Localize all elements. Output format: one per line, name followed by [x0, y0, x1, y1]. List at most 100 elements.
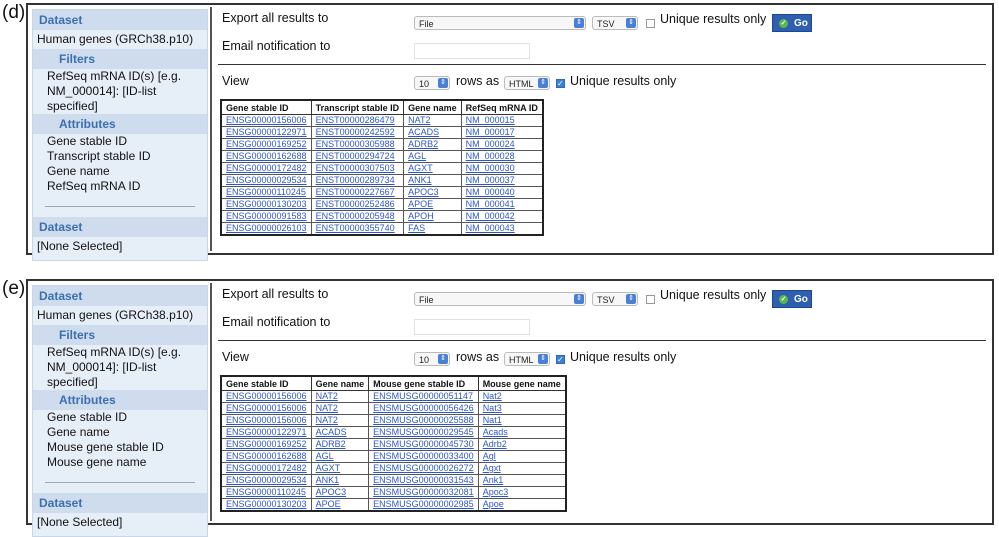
table-cell-link[interactable]: ENSG00000029534 [220, 174, 312, 187]
table-cell-link[interactable]: NM_000043 [460, 222, 544, 236]
table-cell-link[interactable]: AGXT [310, 462, 370, 475]
rows-count-select[interactable]: 10 ⇕ [414, 76, 450, 90]
table-cell-link[interactable]: NM_000024 [460, 138, 544, 151]
sidebar-dataset2-value[interactable]: [None Selected] [33, 513, 207, 536]
export-destination-select[interactable]: File ⇕ [414, 16, 586, 30]
sidebar-dataset2-value[interactable]: [None Selected] [33, 237, 207, 260]
table-cell-link[interactable]: ENSG00000029534 [220, 474, 312, 487]
sidebar-attributes-heading[interactable]: Attributes [33, 114, 207, 134]
table-cell-link[interactable]: ACADS [310, 426, 370, 439]
export-unique-checkbox[interactable] [646, 295, 655, 304]
table-cell-link[interactable]: AGL [403, 150, 462, 163]
table-cell-link[interactable]: ENST00000305988 [310, 138, 405, 151]
sidebar-dataset-value[interactable]: Human genes (GRCh38.p10) [33, 30, 207, 49]
table-cell-link[interactable]: ENSMUSG00000031543 [368, 474, 479, 487]
email-input[interactable] [414, 319, 530, 335]
export-format-select[interactable]: TSV ⇕ [592, 16, 638, 30]
table-cell-link[interactable]: NAT2 [310, 390, 370, 403]
sidebar-filters-heading[interactable]: Filters [33, 325, 207, 345]
table-cell-link[interactable]: ENST00000307503 [310, 162, 405, 175]
export-destination-select[interactable]: File ⇕ [414, 292, 586, 306]
table-cell-link[interactable]: ENSG00000026103 [220, 222, 312, 236]
view-unique-checkbox[interactable] [556, 355, 565, 364]
table-cell-link[interactable]: Agl [477, 450, 567, 463]
table-cell-link[interactable]: ENSG00000156006 [220, 390, 312, 403]
sidebar-attribute-item[interactable]: Gene stable ID [33, 134, 207, 149]
table-cell-link[interactable]: ENSMUSG00000032081 [368, 486, 479, 499]
view-format-select[interactable]: HTML ⇕ [504, 352, 550, 366]
table-cell-link[interactable]: ANK1 [403, 174, 462, 187]
table-cell-link[interactable]: Nat3 [477, 402, 567, 415]
sidebar-attribute-item[interactable]: RefSeq mRNA ID [33, 179, 207, 194]
go-button[interactable]: ✓ Go [772, 290, 812, 308]
table-cell-link[interactable]: APOE [310, 498, 370, 512]
table-cell-link[interactable]: ENSG00000172482 [220, 462, 312, 475]
table-cell-link[interactable]: ENSMUSG00000029545 [368, 426, 479, 439]
table-cell-link[interactable]: ENSG00000156006 [220, 414, 312, 427]
table-cell-link[interactable]: ENSG00000156006 [220, 402, 312, 415]
table-cell-link[interactable]: ENSMUSG00000051147 [368, 390, 479, 403]
table-cell-link[interactable]: ENSG00000110245 [220, 186, 312, 199]
table-cell-link[interactable]: NAT2 [403, 114, 462, 127]
sidebar-attributes-heading[interactable]: Attributes [33, 390, 207, 410]
table-cell-link[interactable]: ENST00000289734 [310, 174, 405, 187]
table-cell-link[interactable]: AGXT [403, 162, 462, 175]
view-unique-checkbox[interactable] [556, 79, 565, 88]
view-format-select[interactable]: HTML ⇕ [504, 76, 550, 90]
sidebar-dataset-heading[interactable]: Dataset [33, 286, 207, 306]
rows-count-select[interactable]: 10 ⇕ [414, 352, 450, 366]
table-cell-link[interactable]: NM_000037 [460, 174, 544, 187]
table-cell-link[interactable]: APOE [403, 198, 462, 211]
sidebar-attribute-item[interactable]: Gene name [33, 425, 207, 440]
sidebar-filter-line[interactable]: NM_000014]: [ID-list specified] [33, 84, 207, 114]
sidebar-filter-line[interactable]: RefSeq mRNA ID(s) [e.g. [33, 69, 207, 84]
table-cell-link[interactable]: ENST00000252486 [310, 198, 405, 211]
table-cell-link[interactable]: ENSG00000162688 [220, 450, 312, 463]
table-cell-link[interactable]: ENSG00000130203 [220, 498, 312, 512]
table-cell-link[interactable]: NM_000030 [460, 162, 544, 175]
table-cell-link[interactable]: ENST00000242592 [310, 126, 405, 139]
table-cell-link[interactable]: ADRB2 [403, 138, 462, 151]
table-cell-link[interactable]: Nat1 [477, 414, 567, 427]
table-cell-link[interactable]: APOH [403, 210, 462, 223]
sidebar-attribute-item[interactable]: Transcript stable ID [33, 149, 207, 164]
table-cell-link[interactable]: APOC3 [403, 186, 462, 199]
go-button[interactable]: ✓ Go [772, 14, 812, 32]
table-cell-link[interactable]: ENSG00000162688 [220, 150, 312, 163]
table-cell-link[interactable]: ENST00000294724 [310, 150, 405, 163]
table-cell-link[interactable]: ENST00000227667 [310, 186, 405, 199]
table-cell-link[interactable]: ENSG00000091583 [220, 210, 312, 223]
table-cell-link[interactable]: Nat2 [477, 390, 567, 403]
sidebar-attribute-item[interactable]: Mouse gene name [33, 455, 207, 470]
table-cell-link[interactable]: ENSMUSG00000033400 [368, 450, 479, 463]
table-cell-link[interactable]: NM_000017 [460, 126, 544, 139]
sidebar-attribute-item[interactable]: Gene stable ID [33, 410, 207, 425]
table-cell-link[interactable]: ENSG00000156006 [220, 114, 312, 127]
table-cell-link[interactable]: ENSG00000110245 [220, 486, 312, 499]
table-cell-link[interactable]: ENSG00000169252 [220, 438, 312, 451]
table-cell-link[interactable]: NM_000041 [460, 198, 544, 211]
table-cell-link[interactable]: ENSMUSG00000002985 [368, 498, 479, 512]
sidebar-dataset-value[interactable]: Human genes (GRCh38.p10) [33, 306, 207, 325]
table-cell-link[interactable]: Adrb2 [477, 438, 567, 451]
table-cell-link[interactable]: ENSMUSG00000045730 [368, 438, 479, 451]
email-input[interactable] [414, 43, 530, 59]
table-cell-link[interactable]: NAT2 [310, 402, 370, 415]
table-cell-link[interactable]: AGL [310, 450, 370, 463]
table-cell-link[interactable]: Ank1 [477, 474, 567, 487]
table-cell-link[interactable]: ENSMUSG00000026272 [368, 462, 479, 475]
table-cell-link[interactable]: ENSMUSG00000056426 [368, 402, 479, 415]
table-cell-link[interactable]: ENSG00000130203 [220, 198, 312, 211]
sidebar-attribute-item[interactable]: Gene name [33, 164, 207, 179]
table-cell-link[interactable]: NM_000040 [460, 186, 544, 199]
table-cell-link[interactable]: NM_000028 [460, 150, 544, 163]
table-cell-link[interactable]: Apoe [477, 498, 567, 512]
export-format-select[interactable]: TSV ⇕ [592, 292, 638, 306]
table-cell-link[interactable]: NM_000042 [460, 210, 544, 223]
sidebar-filter-line[interactable]: RefSeq mRNA ID(s) [e.g. [33, 345, 207, 360]
table-cell-link[interactable]: APOC3 [310, 486, 370, 499]
table-cell-link[interactable]: ACADS [403, 126, 462, 139]
table-cell-link[interactable]: ENSG00000122971 [220, 426, 312, 439]
sidebar-attribute-item[interactable]: Mouse gene stable ID [33, 440, 207, 455]
table-cell-link[interactable]: Apoc3 [477, 486, 567, 499]
